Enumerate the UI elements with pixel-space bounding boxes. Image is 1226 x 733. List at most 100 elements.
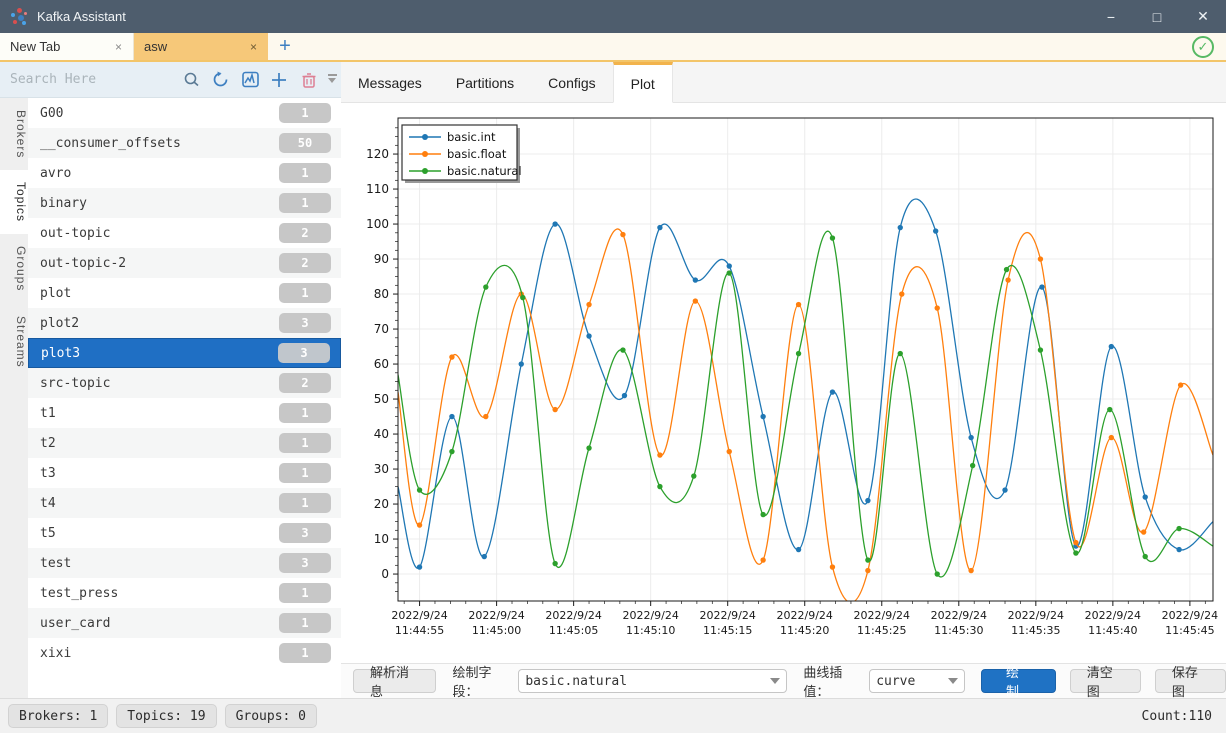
svg-text:90: 90	[374, 252, 389, 266]
topic-name: binary	[40, 196, 279, 211]
svg-text:60: 60	[374, 357, 389, 371]
title-bar: Kafka Assistant − □ ✕	[0, 0, 1226, 33]
sidebar-nav: Brokers Topics Groups Streams	[0, 98, 28, 698]
topic-name: G00	[40, 106, 279, 121]
svg-text:11:44:55: 11:44:55	[395, 624, 444, 637]
svg-text:2022/9/24: 2022/9/24	[931, 609, 987, 622]
topic-row[interactable]: G001	[28, 98, 341, 128]
tab-new-tab[interactable]: New Tab ×	[0, 33, 134, 60]
tab-plot[interactable]: Plot	[613, 62, 673, 103]
topic-name: avro	[40, 166, 279, 181]
svg-text:basic.float: basic.float	[447, 147, 507, 161]
partition-count-badge: 2	[279, 253, 331, 273]
topic-row[interactable]: plot33	[28, 338, 341, 368]
plot-panel: 01020304050607080901001101202022/9/2411:…	[341, 103, 1226, 663]
trash-icon[interactable]	[296, 67, 321, 93]
partition-count-badge: 2	[279, 373, 331, 393]
main-tab-bar: Messages Partitions Configs Plot	[341, 62, 1226, 103]
svg-text:2022/9/24: 2022/9/24	[545, 609, 601, 622]
topic-row[interactable]: binary1	[28, 188, 341, 218]
partition-count-badge: 50	[279, 133, 331, 153]
search-icon[interactable]	[179, 67, 204, 93]
add-icon[interactable]	[267, 67, 292, 93]
partition-count-badge: 1	[279, 613, 331, 633]
topic-row[interactable]: out-topic-22	[28, 248, 341, 278]
interpolation-select[interactable]: curve	[869, 669, 965, 693]
topic-row[interactable]: user_card1	[28, 608, 341, 638]
topic-row[interactable]: avro1	[28, 158, 341, 188]
tab-messages[interactable]: Messages	[341, 62, 439, 103]
topic-row[interactable]: plot1	[28, 278, 341, 308]
connection-ok-icon: ✓	[1192, 36, 1214, 58]
new-tab-button[interactable]: +	[268, 33, 302, 60]
tab-partitions[interactable]: Partitions	[439, 62, 531, 103]
topic-row[interactable]: src-topic2	[28, 368, 341, 398]
svg-text:0: 0	[381, 567, 389, 581]
refresh-icon[interactable]	[208, 67, 233, 93]
partition-count-badge: 1	[279, 283, 331, 303]
topic-row[interactable]: __consumer_offsets50	[28, 128, 341, 158]
chevron-down-icon	[948, 678, 958, 684]
save-plot-button[interactable]: 保存图	[1155, 669, 1226, 693]
minimize-button[interactable]: −	[1088, 0, 1134, 33]
topic-name: src-topic	[40, 376, 279, 391]
svg-text:basic.int: basic.int	[447, 130, 496, 144]
svg-text:2022/9/24: 2022/9/24	[468, 609, 524, 622]
svg-text:2022/9/24: 2022/9/24	[854, 609, 910, 622]
series-basic.float	[398, 229, 1213, 603]
tab-configs[interactable]: Configs	[531, 62, 612, 103]
tab-close-icon[interactable]: ×	[112, 40, 125, 54]
svg-text:100: 100	[366, 217, 389, 231]
parse-message-button[interactable]: 解析消息	[353, 669, 436, 693]
topic-row[interactable]: test_press1	[28, 578, 341, 608]
topic-name: plot	[40, 286, 279, 301]
topic-name: xixi	[40, 646, 279, 661]
sidebar: Brokers Topics Groups Streams G001__cons…	[0, 62, 341, 698]
partition-count-badge: 1	[279, 103, 331, 123]
topic-row[interactable]: test3	[28, 548, 341, 578]
topic-name: out-topic	[40, 226, 279, 241]
interpolation-label: 曲线插值：	[803, 662, 865, 700]
sidebar-item-streams[interactable]: Streams	[0, 304, 28, 380]
svg-text:11:45:25: 11:45:25	[857, 624, 906, 637]
topics-count-badge: Topics: 19	[116, 704, 216, 728]
plot-image-icon[interactable]	[238, 67, 263, 93]
sidebar-item-brokers[interactable]: Brokers	[0, 98, 28, 170]
svg-text:11:45:10: 11:45:10	[626, 624, 675, 637]
svg-text:11:45:45: 11:45:45	[1165, 624, 1214, 637]
svg-text:50: 50	[374, 392, 389, 406]
message-count-label: Count:110	[1142, 709, 1212, 724]
maximize-button[interactable]: □	[1134, 0, 1180, 33]
draw-button[interactable]: 绘制	[981, 669, 1056, 693]
topic-row[interactable]: t31	[28, 458, 341, 488]
topic-name: plot2	[40, 316, 279, 331]
topic-row[interactable]: plot23	[28, 308, 341, 338]
status-bar: Brokers: 1 Topics: 19 Groups: 0 Count:11…	[0, 698, 1226, 733]
sidebar-item-groups[interactable]: Groups	[0, 234, 28, 303]
partition-count-badge: 1	[279, 583, 331, 603]
svg-text:2022/9/24: 2022/9/24	[777, 609, 833, 622]
sidebar-item-topics[interactable]: Topics	[0, 170, 28, 234]
svg-text:11:45:35: 11:45:35	[1011, 624, 1060, 637]
app-logo-icon	[10, 8, 28, 26]
search-input[interactable]	[0, 63, 179, 97]
partition-count-badge: 3	[278, 343, 330, 363]
clear-plot-button[interactable]: 清空图	[1070, 669, 1141, 693]
svg-text:30: 30	[374, 462, 389, 476]
svg-text:11:45:00: 11:45:00	[472, 624, 521, 637]
tab-asw[interactable]: asw ×	[134, 33, 268, 60]
close-button[interactable]: ✕	[1180, 0, 1226, 33]
svg-text:11:45:20: 11:45:20	[780, 624, 829, 637]
svg-text:10: 10	[374, 532, 389, 546]
topic-row[interactable]: xixi1	[28, 638, 341, 668]
topic-row[interactable]: t11	[28, 398, 341, 428]
topic-row[interactable]: out-topic2	[28, 218, 341, 248]
svg-text:11:45:30: 11:45:30	[934, 624, 983, 637]
topic-name: user_card	[40, 616, 279, 631]
topic-row[interactable]: t21	[28, 428, 341, 458]
tab-close-icon[interactable]: ×	[247, 40, 260, 54]
topic-row[interactable]: t41	[28, 488, 341, 518]
scroll-more-icon[interactable]	[325, 74, 339, 94]
topic-row[interactable]: t53	[28, 518, 341, 548]
field-select[interactable]: basic.natural	[518, 669, 787, 693]
